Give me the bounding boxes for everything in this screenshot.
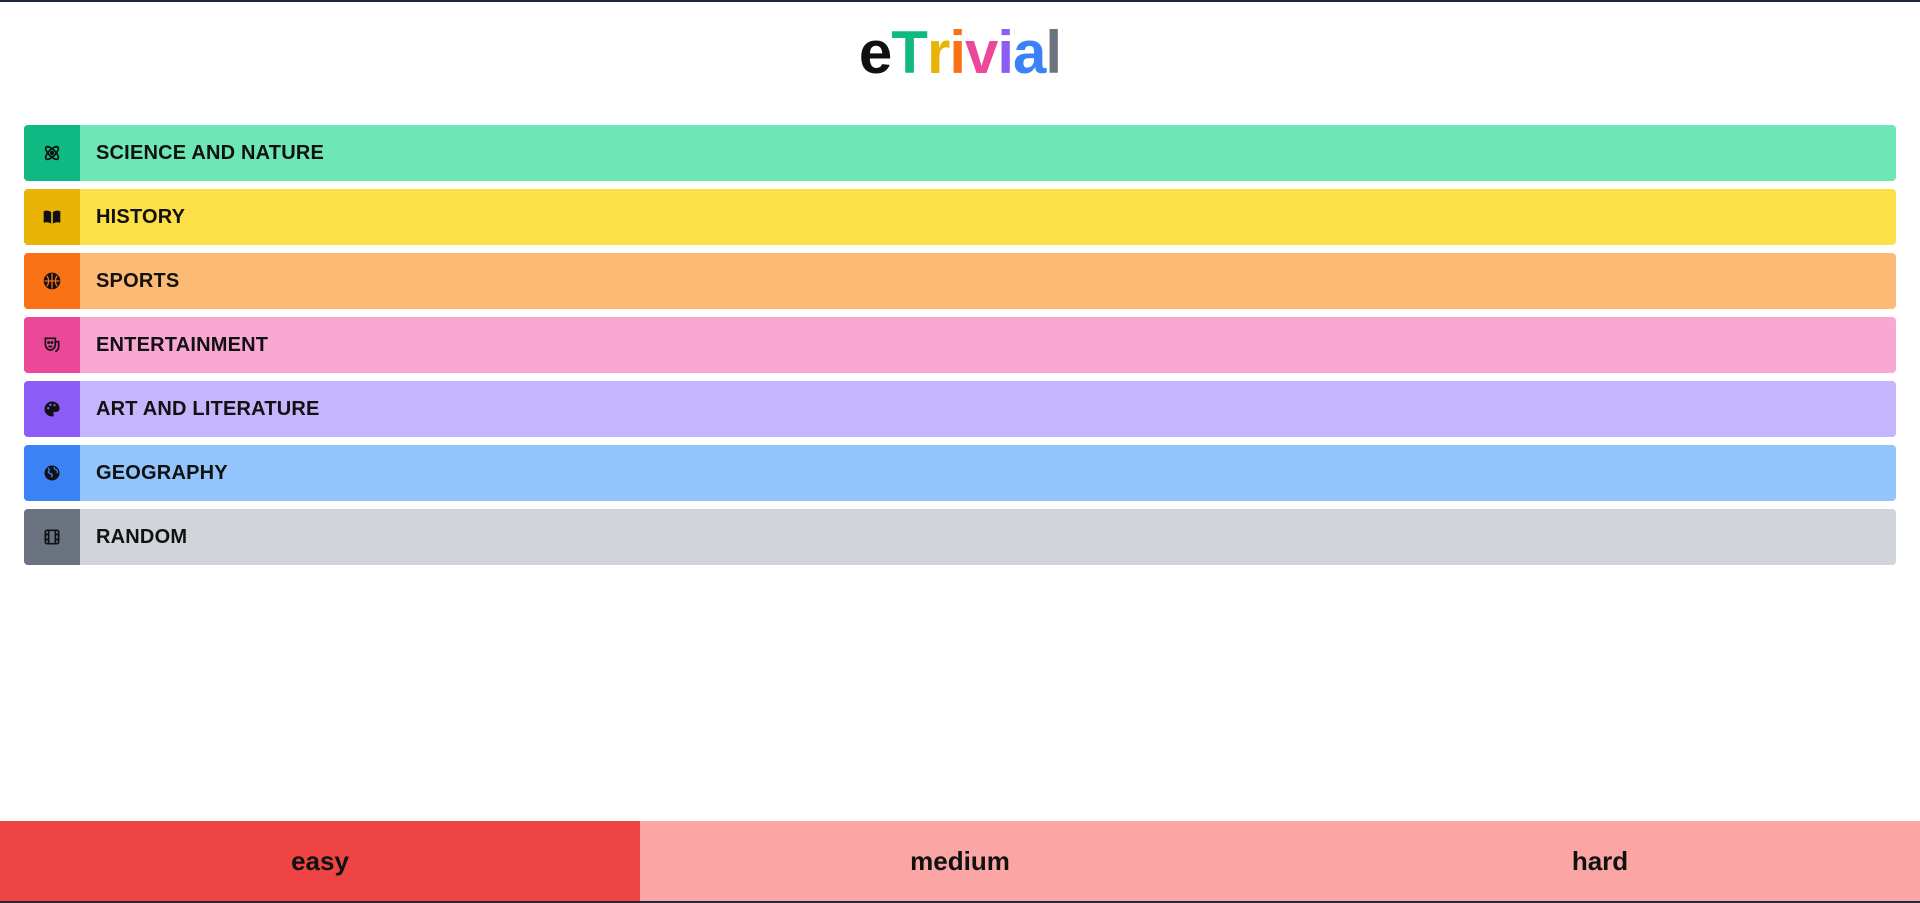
difficulty-medium-button[interactable]: medium — [640, 821, 1280, 901]
category-label: ENTERTAINMENT — [96, 333, 269, 356]
category-entertainment[interactable]: ENTERTAINMENT — [24, 317, 1896, 373]
category-history[interactable]: HISTORY — [24, 189, 1896, 245]
logo-letter: r — [926, 19, 950, 86]
logo-letter: T — [891, 19, 928, 86]
category-art-and-literature[interactable]: ART AND LITERATURE — [24, 381, 1896, 437]
book-icon — [24, 189, 80, 245]
logo-letter: i — [949, 19, 966, 86]
category-geography[interactable]: GEOGRAPHY — [24, 445, 1896, 501]
category-label: RANDOM — [96, 525, 188, 548]
difficulty-selector: easy medium hard — [0, 821, 1920, 901]
category-label: GEOGRAPHY — [96, 461, 228, 484]
film-icon — [24, 509, 80, 565]
palette-icon — [24, 381, 80, 437]
app-frame: eTrivial SCIENCE AND NATURE HISTORY SPOR… — [0, 0, 1920, 903]
logo-letter: e — [858, 19, 892, 86]
atom-icon — [24, 125, 80, 181]
theater-mask-icon — [24, 317, 80, 373]
category-label: SCIENCE AND NATURE — [96, 141, 325, 164]
category-label: ART AND LITERATURE — [96, 397, 320, 420]
category-list: SCIENCE AND NATURE HISTORY SPORTS ENTERT… — [24, 125, 1896, 573]
difficulty-hard-button[interactable]: hard — [1280, 821, 1920, 901]
logo-letter: a — [1013, 19, 1046, 86]
category-sports[interactable]: SPORTS — [24, 253, 1896, 309]
category-label: SPORTS — [96, 269, 180, 292]
logo-letter: i — [997, 19, 1014, 86]
logo-letter: l — [1045, 19, 1062, 86]
app-logo: eTrivial — [0, 20, 1920, 86]
category-science-and-nature[interactable]: SCIENCE AND NATURE — [24, 125, 1896, 181]
globe-icon — [24, 445, 80, 501]
logo-letter: v — [964, 19, 998, 86]
basketball-icon — [24, 253, 80, 309]
category-random[interactable]: RANDOM — [24, 509, 1896, 565]
difficulty-easy-button[interactable]: easy — [0, 821, 640, 901]
category-label: HISTORY — [96, 205, 186, 228]
